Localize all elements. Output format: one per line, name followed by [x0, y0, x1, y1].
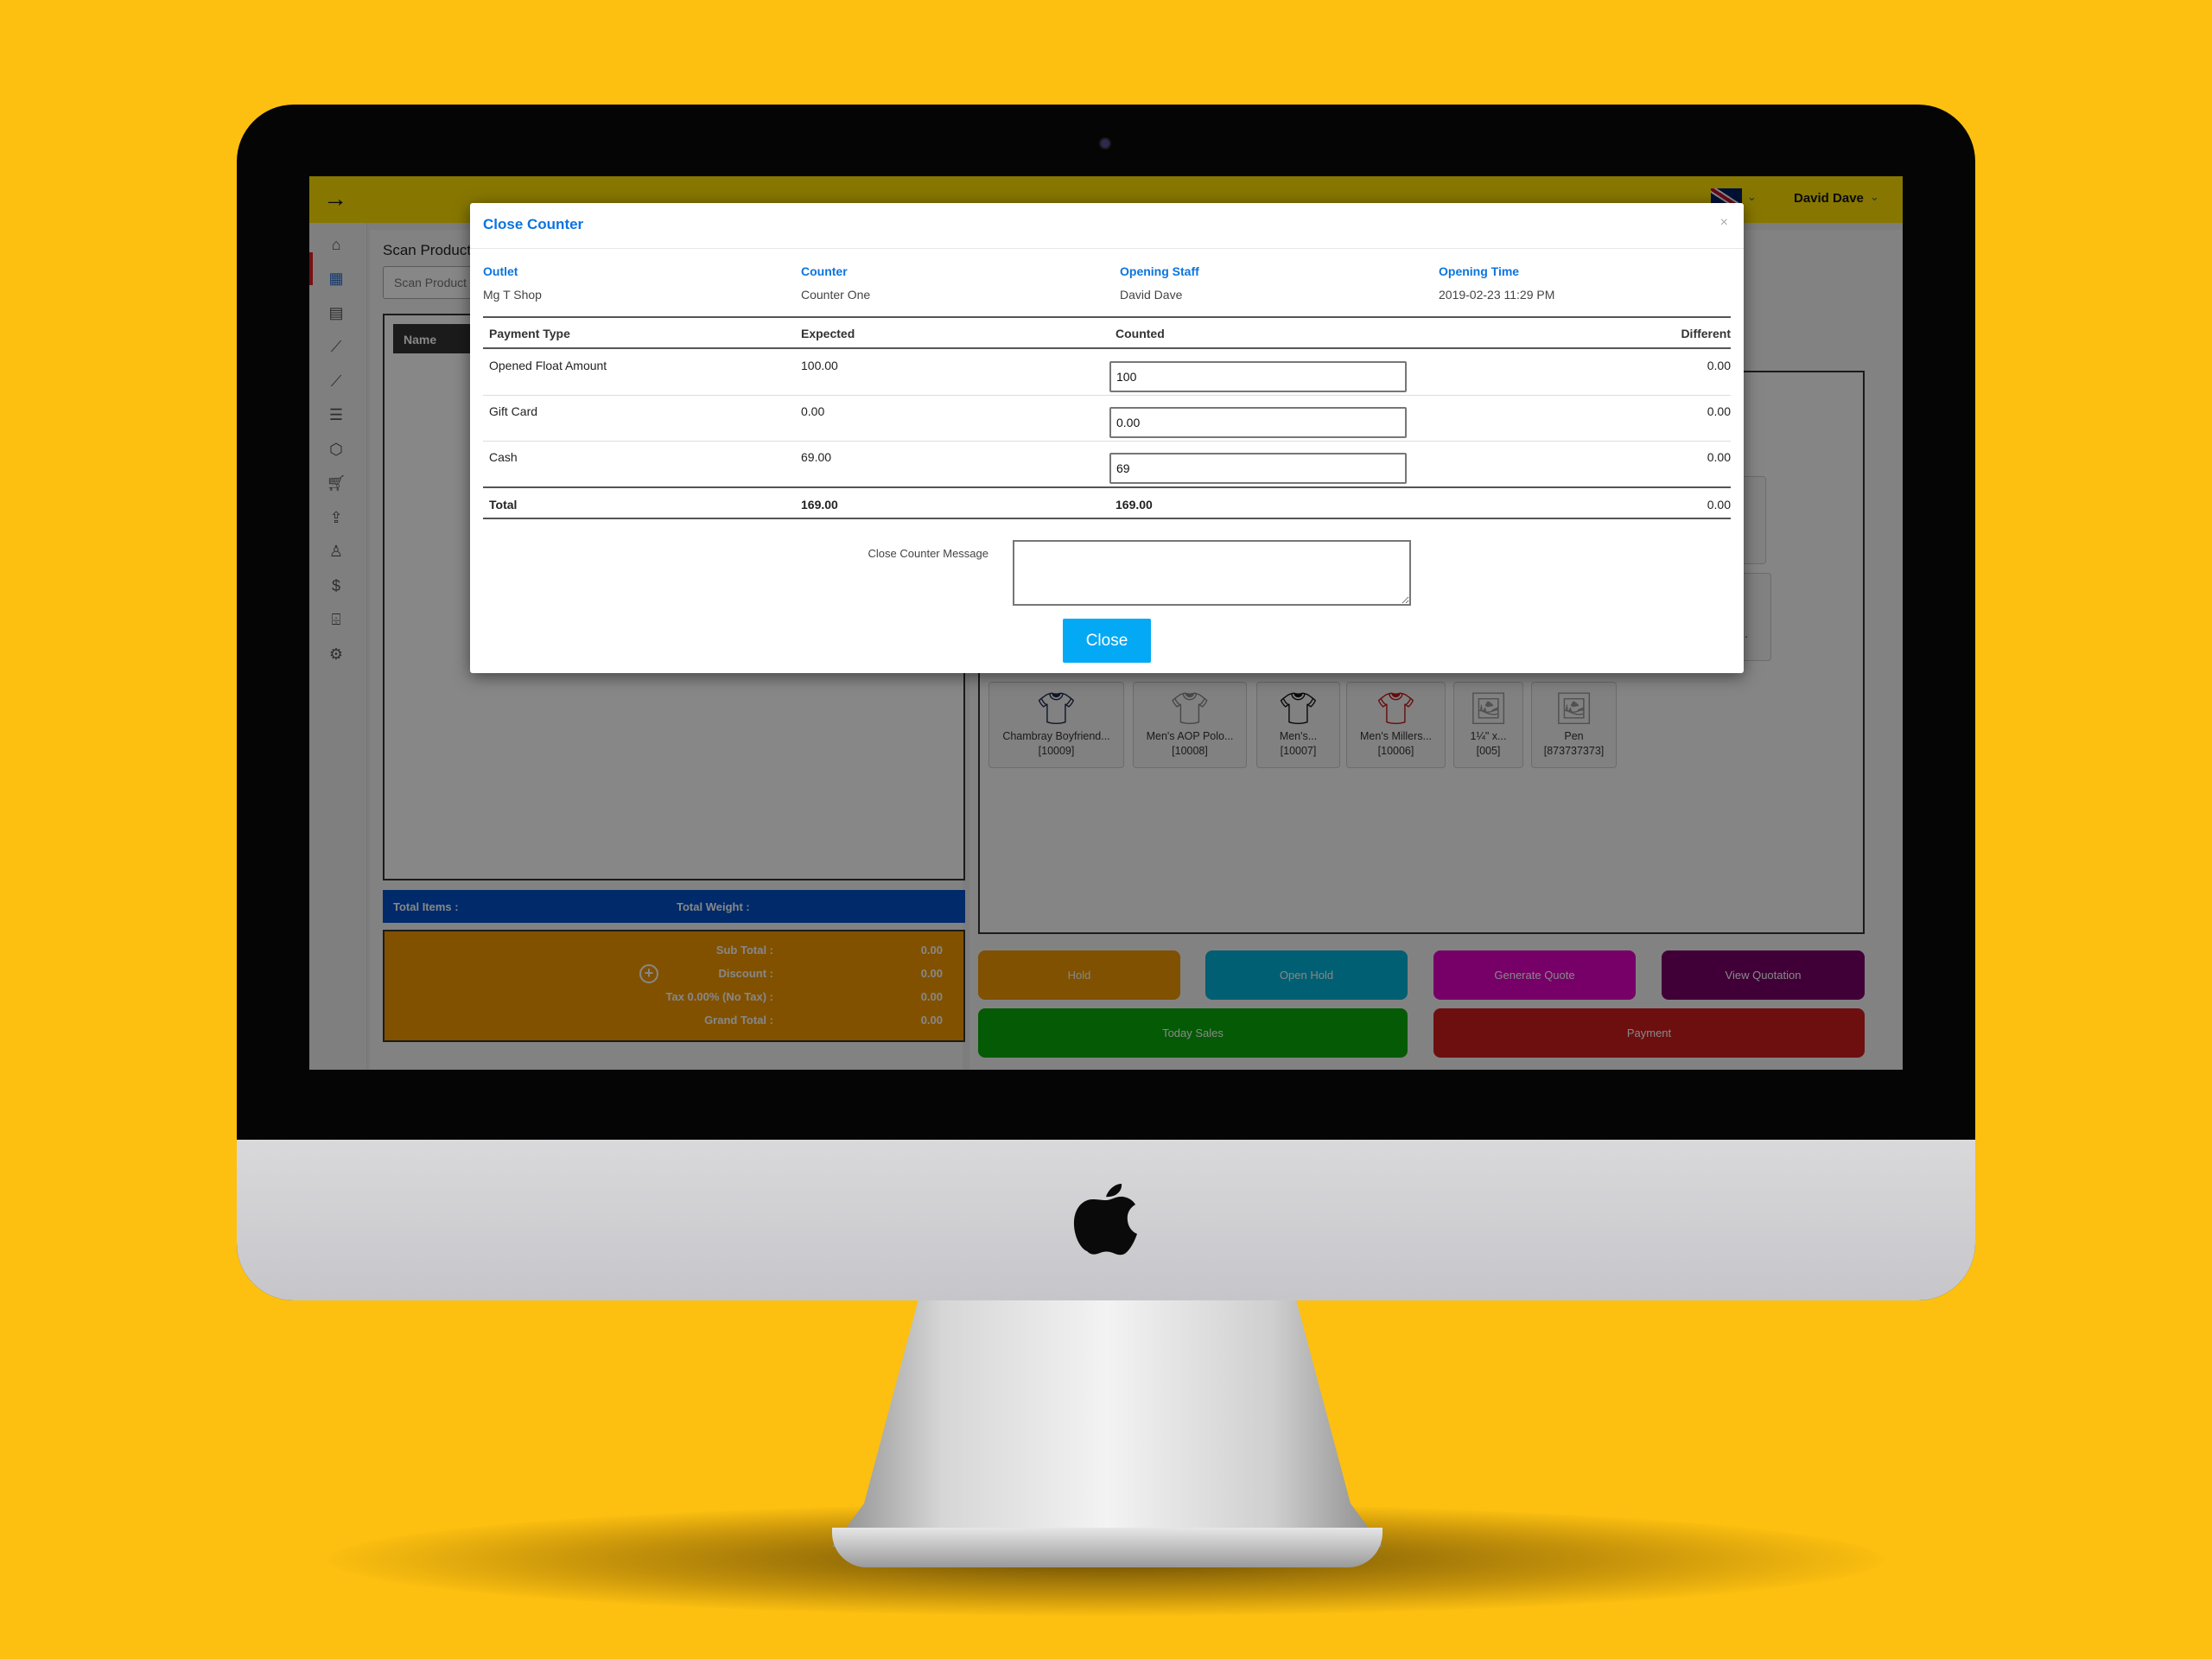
counter-label: Counter [801, 264, 848, 278]
column-header-counted: Counted [1116, 327, 1165, 340]
pos-screen: → ⌄ David Dave ⌄ ⌂ ▦ ▤ ⟋ ⟋ ☰ ⬡ 🛒︎ ⇪ ♙ $ … [309, 176, 1903, 1070]
divider [483, 486, 1731, 488]
total-counted: 169.00 [1116, 498, 1153, 512]
divider [483, 347, 1731, 349]
total-expected: 169.00 [801, 498, 838, 512]
divider [483, 395, 1731, 396]
camera-icon [1099, 137, 1111, 149]
monitor-stand-base [832, 1528, 1382, 1567]
expected-value: 69.00 [801, 450, 832, 464]
opening-staff-value: David Dave [1120, 288, 1183, 302]
monitor: → ⌄ David Dave ⌄ ⌂ ▦ ▤ ⟋ ⟋ ☰ ⬡ 🛒︎ ⇪ ♙ $ … [237, 105, 1975, 1300]
divider [470, 248, 1744, 249]
divider [483, 518, 1731, 519]
divider [483, 441, 1731, 442]
outlet-value: Mg T Shop [483, 288, 542, 302]
payment-type: Opened Float Amount [489, 359, 607, 372]
different-value: 0.00 [1707, 404, 1731, 418]
counted-input[interactable]: 100 [1109, 361, 1407, 392]
expected-value: 100.00 [801, 359, 838, 372]
close-icon[interactable]: × [1720, 215, 1728, 231]
expected-value: 0.00 [801, 404, 825, 418]
total-label: Total [489, 498, 518, 512]
different-value: 0.00 [1707, 359, 1731, 372]
total-different: 0.00 [1707, 498, 1731, 512]
close-counter-modal: Close Counter × Outlet Mg T Shop Counter… [470, 203, 1744, 673]
close-button[interactable]: Close [1063, 619, 1151, 663]
payment-type: Gift Card [489, 404, 538, 418]
modal-title: Close Counter [483, 216, 584, 232]
counter-value: Counter One [801, 288, 871, 302]
opening-staff-label: Opening Staff [1120, 264, 1199, 278]
outlet-label: Outlet [483, 264, 518, 278]
close-counter-message-label: Close Counter Message [868, 547, 988, 560]
counted-input[interactable]: 69 [1109, 453, 1407, 484]
close-counter-message-input[interactable] [1013, 540, 1411, 606]
apple-logo-icon [1073, 1184, 1137, 1255]
counted-input[interactable]: 0.00 [1109, 407, 1407, 438]
column-header-payment-type: Payment Type [489, 327, 570, 340]
column-header-different: Different [1681, 327, 1731, 340]
opening-time-label: Opening Time [1439, 264, 1520, 278]
monitor-stand [832, 1296, 1382, 1547]
opening-time-value: 2019-02-23 11:29 PM [1439, 288, 1555, 302]
payment-type: Cash [489, 450, 518, 464]
column-header-expected: Expected [801, 327, 855, 340]
monitor-chin [237, 1140, 1975, 1300]
different-value: 0.00 [1707, 450, 1731, 464]
divider [483, 316, 1731, 318]
